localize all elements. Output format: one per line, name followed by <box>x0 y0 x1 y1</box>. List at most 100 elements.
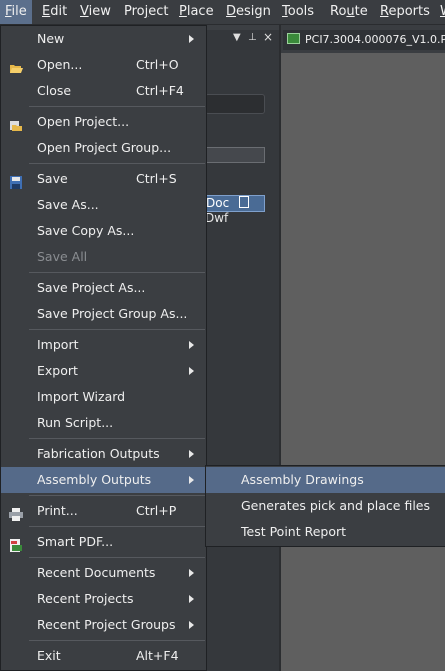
menu-item-open-project[interactable]: Open Project... <box>1 109 206 135</box>
tab-pcb-document[interactable]: PCI7.3004.000076_V1.0.PcbDoc <box>283 30 445 50</box>
menu-separator <box>29 495 205 496</box>
document-icon <box>239 196 250 208</box>
menu-item-label: Fabrication Outputs <box>37 446 160 461</box>
shortcut-label: Ctrl+S <box>136 171 177 186</box>
menu-item-label: Open Project Group... <box>37 140 172 155</box>
panel-header: ▼ ⊥ × <box>205 30 279 50</box>
smart-pdf-icon <box>9 535 23 552</box>
menu-separator <box>29 106 205 107</box>
menu-item-print[interactable]: Print... Ctrl+P <box>1 498 206 524</box>
printer-icon <box>9 504 23 521</box>
menu-item-label: Open... <box>37 57 83 72</box>
menu-design[interactable]: Design <box>221 0 276 24</box>
tree-item-label: Doc <box>206 196 230 210</box>
menu-item-smart-pdf[interactable]: Smart PDF... <box>1 529 206 555</box>
submenu-arrow-icon <box>189 476 194 484</box>
file-menu: New Open... Ctrl+O Close Ctrl+F4 Open Pr… <box>0 25 207 671</box>
menu-item-save-project-group-as[interactable]: Save Project Group As... <box>1 301 206 327</box>
submenu-item-test-point-report[interactable]: Test Point Report <box>206 519 445 545</box>
menu-edit[interactable]: Edit <box>37 0 72 24</box>
submenu-arrow-icon <box>189 569 194 577</box>
close-icon[interactable]: × <box>263 30 273 44</box>
menu-item-label: Exit <box>37 648 61 663</box>
pin-icon[interactable]: ⊥ <box>248 32 257 43</box>
pcb-icon <box>287 33 300 44</box>
pcb-canvas[interactable] <box>281 53 445 671</box>
submenu-arrow-icon <box>189 621 194 629</box>
submenu-arrow-icon <box>189 35 194 43</box>
submenu-arrow-icon <box>189 341 194 349</box>
menu-item-export[interactable]: Export <box>1 358 206 384</box>
menu-separator <box>29 557 205 558</box>
tree-item-label: Dwf <box>205 211 229 225</box>
assembly-outputs-submenu: Assembly Drawings Generates pick and pla… <box>205 465 445 547</box>
menu-item-label: Run Script... <box>37 415 114 430</box>
menu-item-new[interactable]: New <box>1 26 206 52</box>
menu-item-label: Close <box>37 83 72 98</box>
menu-window[interactable]: W <box>435 0 445 24</box>
menu-item-label: Recent Projects <box>37 591 134 606</box>
menu-view[interactable]: View <box>75 0 116 24</box>
menu-item-label: New <box>37 31 65 46</box>
shortcut-label: Alt+F4 <box>136 648 179 663</box>
menu-item-run-script[interactable]: Run Script... <box>1 410 206 436</box>
submenu-arrow-icon <box>189 367 194 375</box>
menu-item-close[interactable]: Close Ctrl+F4 <box>1 78 206 104</box>
menu-file[interactable]: File <box>0 0 32 24</box>
menu-item-label: Save <box>37 171 68 186</box>
panel-search-input[interactable] <box>205 94 265 114</box>
menu-item-label: Recent Documents <box>37 565 156 580</box>
save-icon <box>9 172 23 189</box>
tree-item[interactable]: Dwf <box>205 211 263 226</box>
submenu-item-assembly-drawings[interactable]: Assembly Drawings <box>206 467 445 493</box>
menu-item-label: Import <box>37 337 79 352</box>
menu-tools[interactable]: Tools <box>277 0 319 24</box>
menu-item-recent-documents[interactable]: Recent Documents <box>1 560 206 586</box>
menu-place[interactable]: Place <box>174 0 219 24</box>
menu-item-recent-projects[interactable]: Recent Projects <box>1 586 206 612</box>
menu-item-import[interactable]: Import <box>1 332 206 358</box>
shortcut-label: Ctrl+O <box>136 57 179 72</box>
submenu-arrow-icon <box>189 595 194 603</box>
menu-item-open[interactable]: Open... Ctrl+O <box>1 52 206 78</box>
menu-item-open-project-group[interactable]: Open Project Group... <box>1 135 206 161</box>
menu-route[interactable]: Route <box>325 0 373 24</box>
tree-item-selected[interactable]: Doc <box>205 195 265 212</box>
menu-item-label: Assembly Drawings <box>241 472 364 487</box>
menu-item-save-copy-as[interactable]: Save Copy As... <box>1 218 206 244</box>
menu-item-fabrication-outputs[interactable]: Fabrication Outputs <box>1 441 206 467</box>
menu-separator <box>29 329 205 330</box>
menu-item-label: Save Project As... <box>37 280 146 295</box>
menu-item-save[interactable]: Save Ctrl+S <box>1 166 206 192</box>
menu-reports[interactable]: Reports <box>375 0 435 24</box>
menu-item-save-project-as[interactable]: Save Project As... <box>1 275 206 301</box>
menu-item-label: Generates pick and place files <box>241 498 431 513</box>
menu-item-label: Export <box>37 363 78 378</box>
panel-workspace-select[interactable] <box>205 147 265 163</box>
menu-item-label: Assembly Outputs <box>37 472 152 487</box>
menu-item-save-as[interactable]: Save As... <box>1 192 206 218</box>
open-project-icon <box>9 115 23 131</box>
menu-separator <box>29 526 205 527</box>
menu-item-label: Save Copy As... <box>37 223 135 238</box>
submenu-arrow-icon <box>189 450 194 458</box>
menu-item-import-wizard[interactable]: Import Wizard <box>1 384 206 410</box>
shortcut-label: Ctrl+F4 <box>136 83 184 98</box>
menu-item-save-all: Save All <box>1 244 206 270</box>
menu-item-label: Save As... <box>37 197 99 212</box>
menu-item-exit[interactable]: Exit Alt+F4 <box>1 643 206 669</box>
panel-body <box>205 50 279 671</box>
submenu-item-pick-and-place[interactable]: Generates pick and place files <box>206 493 445 519</box>
open-folder-icon <box>9 58 23 73</box>
menu-item-label: Open Project... <box>37 114 130 129</box>
menu-project[interactable]: Project <box>119 0 174 24</box>
menu-separator <box>29 640 205 641</box>
menu-item-label: Print... <box>37 503 78 518</box>
menu-separator <box>29 163 205 164</box>
menu-item-label: Save Project Group As... <box>37 306 188 321</box>
panel-menu-icon[interactable]: ▼ <box>233 32 241 43</box>
menu-item-recent-project-groups[interactable]: Recent Project Groups <box>1 612 206 638</box>
menu-item-assembly-outputs[interactable]: Assembly Outputs <box>1 467 206 493</box>
tab-label: PCI7.3004.000076_V1.0.PcbDoc <box>305 33 445 46</box>
menu-item-label: Test Point Report <box>241 524 347 539</box>
